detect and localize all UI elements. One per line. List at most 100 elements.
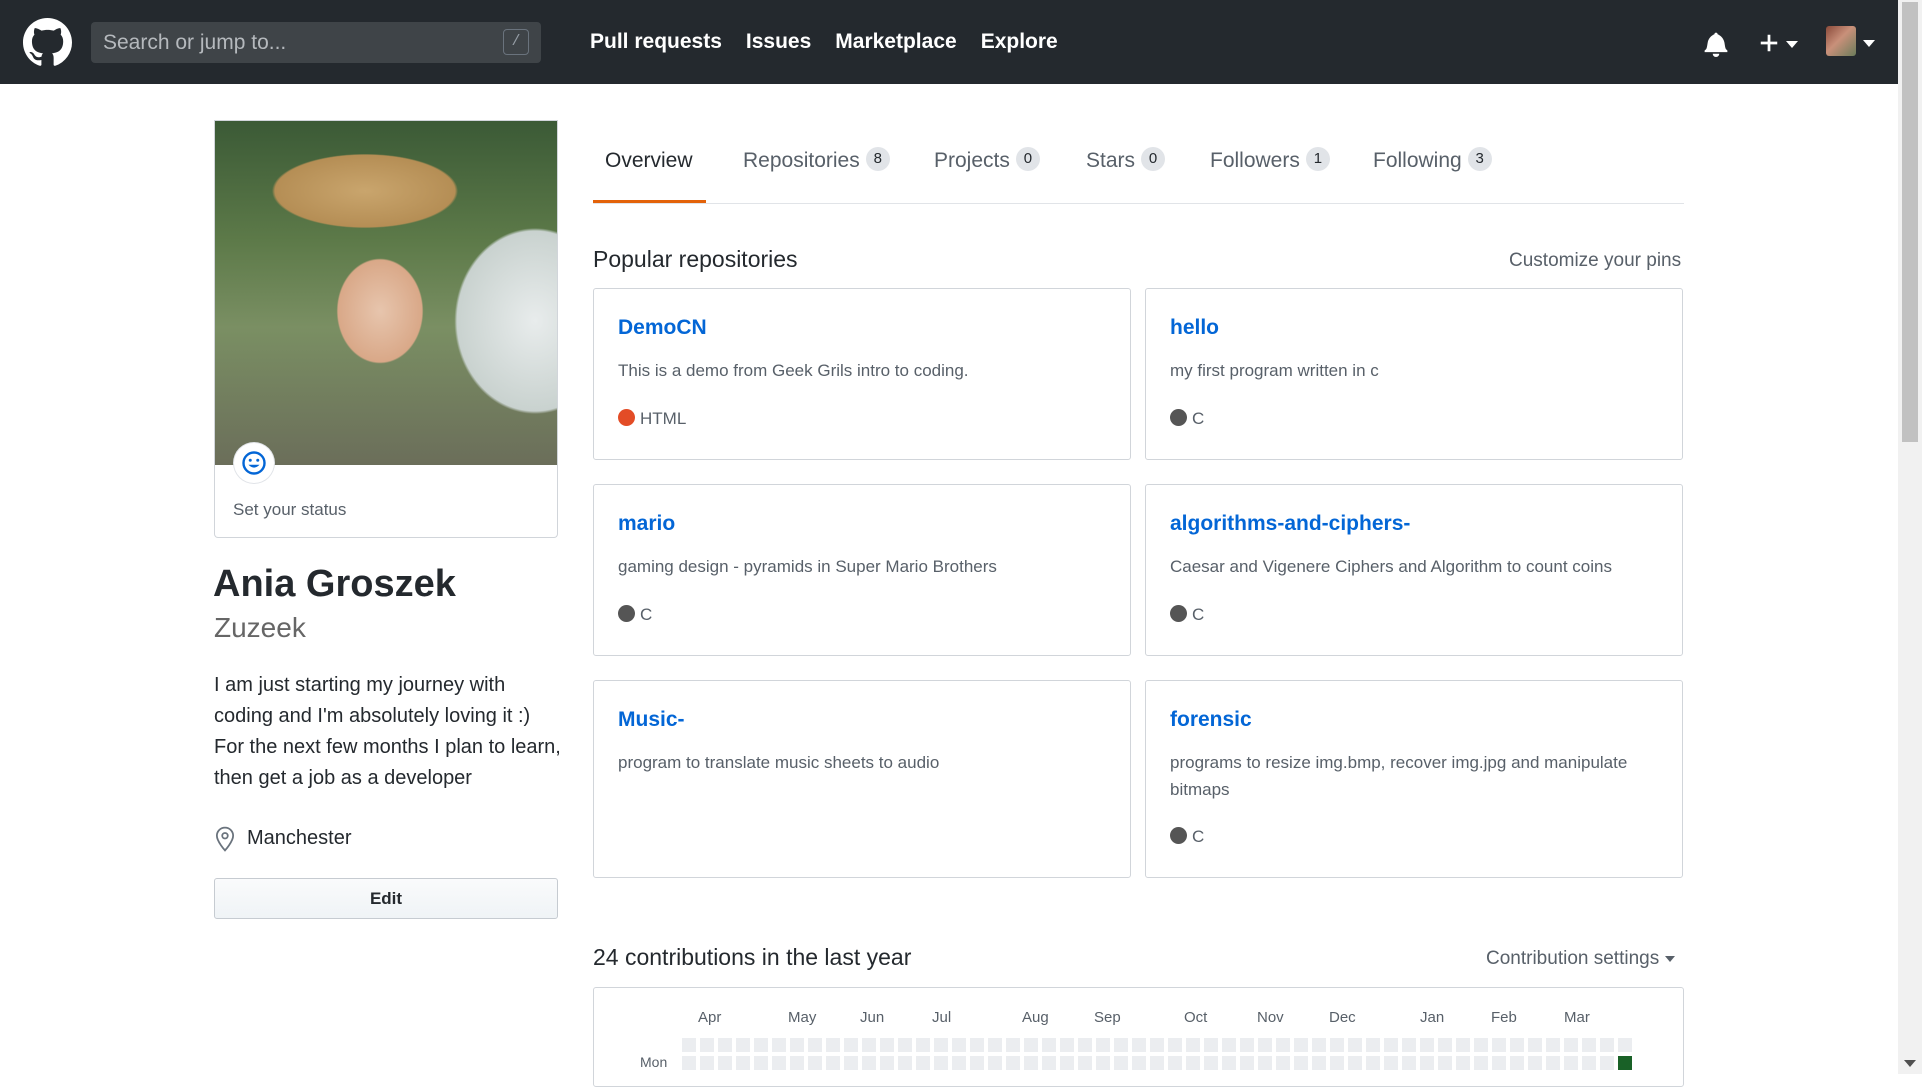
contribution-cell[interactable] [1240, 1038, 1254, 1052]
contribution-cell[interactable] [1150, 1038, 1164, 1052]
contribution-cell[interactable] [1168, 1056, 1182, 1070]
edit-profile-button[interactable]: Edit [214, 878, 558, 919]
contribution-cell[interactable] [1204, 1056, 1218, 1070]
contribution-cell[interactable] [1474, 1056, 1488, 1070]
contribution-cell[interactable] [1168, 1038, 1182, 1052]
contribution-cell[interactable] [736, 1056, 750, 1070]
contribution-cell[interactable] [1096, 1056, 1110, 1070]
contribution-cell[interactable] [952, 1056, 966, 1070]
contribution-cell[interactable] [754, 1038, 768, 1052]
tab-following[interactable]: Following 3 [1373, 120, 1492, 203]
contribution-cell[interactable] [1114, 1038, 1128, 1052]
contribution-cell[interactable] [1510, 1038, 1524, 1052]
nav-marketplace[interactable]: Marketplace [835, 30, 956, 54]
contribution-cell[interactable] [1240, 1056, 1254, 1070]
contribution-cell[interactable] [790, 1038, 804, 1052]
scrollbar-thumb[interactable] [1902, 2, 1918, 442]
contribution-cell[interactable] [1276, 1038, 1290, 1052]
contribution-cell[interactable] [1366, 1056, 1380, 1070]
contribution-cell[interactable] [1492, 1056, 1506, 1070]
nav-pull-requests[interactable]: Pull requests [590, 30, 722, 54]
repo-name-link[interactable]: Music- [618, 708, 685, 732]
contribution-cell[interactable] [1258, 1038, 1272, 1052]
contribution-cell[interactable] [934, 1056, 948, 1070]
contribution-cell[interactable] [1150, 1056, 1164, 1070]
contribution-cell[interactable] [808, 1038, 822, 1052]
contribution-cell[interactable] [1528, 1038, 1542, 1052]
contribution-cell[interactable] [826, 1056, 840, 1070]
nav-explore[interactable]: Explore [981, 30, 1058, 54]
contribution-cell[interactable] [1024, 1056, 1038, 1070]
contribution-cell[interactable] [1420, 1056, 1434, 1070]
create-new-menu[interactable] [1758, 30, 1802, 58]
contribution-cell[interactable] [1006, 1056, 1020, 1070]
contribution-cell[interactable] [1186, 1056, 1200, 1070]
contribution-cell[interactable] [1384, 1056, 1398, 1070]
tab-projects[interactable]: Projects 0 [934, 120, 1040, 203]
contribution-cell[interactable] [1492, 1038, 1506, 1052]
contribution-cell[interactable] [970, 1056, 984, 1070]
tab-stars[interactable]: Stars 0 [1086, 120, 1166, 203]
contribution-cell[interactable] [718, 1056, 732, 1070]
contribution-cell[interactable] [772, 1056, 786, 1070]
contribution-cell[interactable] [700, 1038, 714, 1052]
contribution-settings-dropdown[interactable]: Contribution settings [1486, 948, 1676, 970]
contribution-cell[interactable] [1330, 1056, 1344, 1070]
contribution-cell[interactable] [970, 1038, 984, 1052]
contribution-cell[interactable] [1582, 1056, 1596, 1070]
contribution-cell[interactable] [880, 1038, 894, 1052]
contribution-cell[interactable] [790, 1056, 804, 1070]
contribution-cell[interactable] [1078, 1056, 1092, 1070]
contribution-cell[interactable] [1042, 1056, 1056, 1070]
contribution-cell[interactable] [1294, 1056, 1308, 1070]
contribution-cell[interactable] [736, 1038, 750, 1052]
repo-name-link[interactable]: forensic [1170, 708, 1252, 732]
contribution-cell[interactable] [1456, 1038, 1470, 1052]
contribution-cell[interactable] [1618, 1056, 1632, 1070]
contribution-cell[interactable] [862, 1056, 876, 1070]
contribution-cell[interactable] [1312, 1038, 1326, 1052]
contribution-cell[interactable] [1132, 1038, 1146, 1052]
contribution-cell[interactable] [1366, 1038, 1380, 1052]
contribution-cell[interactable] [1294, 1038, 1308, 1052]
repo-name-link[interactable]: algorithms-and-ciphers- [1170, 512, 1410, 536]
bell-icon[interactable] [1703, 31, 1729, 57]
contribution-cell[interactable] [1114, 1056, 1128, 1070]
contribution-cell[interactable] [1384, 1038, 1398, 1052]
nav-issues[interactable]: Issues [746, 30, 811, 54]
contribution-cell[interactable] [844, 1038, 858, 1052]
customize-pins-link[interactable]: Customize your pins [1509, 250, 1681, 272]
tab-repositories[interactable]: Repositories 8 [743, 120, 890, 203]
contribution-cell[interactable] [1546, 1038, 1560, 1052]
contribution-cell[interactable] [898, 1056, 912, 1070]
contribution-cell[interactable] [1600, 1038, 1614, 1052]
profile-photo[interactable] [214, 120, 558, 465]
contribution-cell[interactable] [772, 1038, 786, 1052]
contribution-cell[interactable] [808, 1056, 822, 1070]
search-input[interactable] [91, 22, 541, 63]
contribution-cell[interactable] [1042, 1038, 1056, 1052]
scroll-down-arrow[interactable] [1904, 1060, 1916, 1067]
contribution-cell[interactable] [1582, 1038, 1596, 1052]
contribution-cell[interactable] [1402, 1056, 1416, 1070]
contribution-cell[interactable] [844, 1056, 858, 1070]
contribution-cell[interactable] [1096, 1038, 1110, 1052]
contribution-cell[interactable] [1276, 1056, 1290, 1070]
contribution-cell[interactable] [682, 1038, 696, 1052]
contribution-cell[interactable] [1564, 1056, 1578, 1070]
repo-name-link[interactable]: mario [618, 512, 675, 536]
contribution-cell[interactable] [1078, 1038, 1092, 1052]
user-menu[interactable] [1826, 26, 1880, 60]
contribution-cell[interactable] [718, 1038, 732, 1052]
repo-name-link[interactable]: DemoCN [618, 316, 707, 340]
contribution-cell[interactable] [862, 1038, 876, 1052]
contribution-cell[interactable] [988, 1038, 1002, 1052]
contribution-cell[interactable] [1618, 1038, 1632, 1052]
contribution-cell[interactable] [1438, 1056, 1452, 1070]
status-emoji-button[interactable] [234, 443, 274, 483]
contribution-cell[interactable] [1330, 1038, 1344, 1052]
contribution-cell[interactable] [1024, 1038, 1038, 1052]
status-text[interactable]: Set your status [233, 500, 346, 520]
contribution-cell[interactable] [1546, 1056, 1560, 1070]
contribution-cell[interactable] [1600, 1056, 1614, 1070]
